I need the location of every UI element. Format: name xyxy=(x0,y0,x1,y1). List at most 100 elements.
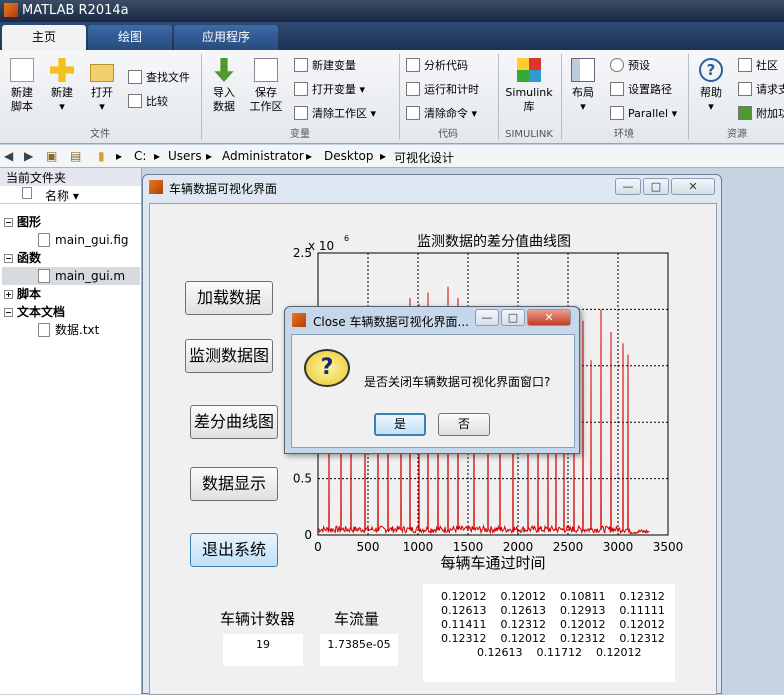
gear-icon xyxy=(610,58,624,72)
diff-curve-button[interactable]: 差分曲线图 xyxy=(190,405,278,439)
parallel-button[interactable]: Parallel ▾ xyxy=(610,106,677,122)
dialog-close-button[interactable]: ✕ xyxy=(527,309,571,326)
new-script-icon xyxy=(10,58,34,82)
matlab-logo-icon xyxy=(149,180,163,194)
group-label-variable: 变量 xyxy=(290,129,310,140)
request-support-button[interactable]: 请求支 xyxy=(738,82,784,98)
up-folder-icon[interactable]: ▣ xyxy=(46,149,57,163)
group-label-code: 代码 xyxy=(438,129,458,140)
name-column-header[interactable]: 名称 ▾ xyxy=(0,186,141,204)
close-dialog: Close 车辆数据可视化界面... — □ ✕ ? 是否关闭车辆数据可视化界面… xyxy=(284,306,580,454)
forward-arrow-icon[interactable]: ▶ xyxy=(24,149,33,163)
path-segment[interactable]: C: xyxy=(134,149,146,163)
path-segment[interactable]: Users xyxy=(168,149,202,163)
panel-title: 当前文件夹 xyxy=(0,168,141,186)
maximize-button[interactable]: □ xyxy=(643,178,669,195)
group-label-resources: 资源 xyxy=(727,129,747,140)
yes-button[interactable]: 是 xyxy=(374,413,426,436)
exit-system-button[interactable]: 退出系统 xyxy=(190,533,278,567)
parallel-icon xyxy=(610,106,624,120)
run-and-time-button[interactable]: 运行和计时 xyxy=(406,82,479,98)
run-and-time-icon xyxy=(406,82,420,96)
x-tick-label: 2000 xyxy=(503,540,534,554)
chart-title: 监测数据的差分值曲线图 xyxy=(417,234,571,250)
tree-group-scripts[interactable]: + 脚本 xyxy=(4,285,41,303)
window-titlebar: MATLAB R2014a xyxy=(0,0,784,22)
tree-group-functions[interactable]: − 函数 xyxy=(4,249,41,267)
clear-workspace-button[interactable]: 清除工作区 ▾ xyxy=(294,106,376,122)
dialog-maximize-button[interactable]: □ xyxy=(501,309,525,326)
tree-file-data-txt[interactable]: 数据.txt xyxy=(38,321,99,339)
back-arrow-icon[interactable]: ◀ xyxy=(4,149,13,163)
import-data-button[interactable]: 导入 数据 xyxy=(206,58,242,114)
compare-icon xyxy=(128,94,142,108)
new-variable-button[interactable]: 新建变量 xyxy=(294,58,356,74)
app-title: MATLAB R2014a xyxy=(22,3,129,18)
group-label-environment: 环境 xyxy=(614,129,634,140)
tree-file-main-gui-m[interactable]: main_gui.m xyxy=(2,267,140,285)
ribbon-tabbar: 主页 绘图 应用程序 xyxy=(0,22,784,50)
tree-group-figures[interactable]: − 图形 xyxy=(4,213,41,231)
expand-icon: + xyxy=(4,290,13,299)
path-segment[interactable]: Administrator xyxy=(222,149,304,163)
layout-icon xyxy=(571,58,595,82)
collapse-icon: − xyxy=(4,218,13,227)
new-button[interactable]: 新建 ▾ xyxy=(44,58,80,114)
table-row: 0.12613 0.11712 0.12012 xyxy=(477,646,642,659)
save-workspace-button[interactable]: 保存 工作区 xyxy=(246,58,286,114)
tab-plots[interactable]: 绘图 xyxy=(88,25,172,50)
dialog-title: Close 车辆数据可视化界面... xyxy=(313,315,469,329)
analyze-code-button[interactable]: 分析代码 xyxy=(406,58,468,74)
minimize-button[interactable]: — xyxy=(615,178,641,195)
clear-commands-icon xyxy=(406,106,420,120)
x-tick-label: 1500 xyxy=(453,540,484,554)
analyze-code-icon xyxy=(406,58,420,72)
y-tick-label: 0 xyxy=(304,528,312,542)
x-axis-label: 每辆车通过时间 xyxy=(440,554,545,572)
monitor-plot-button[interactable]: 监测数据图 xyxy=(185,339,273,373)
layout-button[interactable]: 布局 ▾ xyxy=(566,58,600,114)
tab-apps[interactable]: 应用程序 xyxy=(174,25,278,50)
dialog-minimize-button[interactable]: — xyxy=(475,309,499,326)
x-tick-label: 3000 xyxy=(603,540,634,554)
compare-button[interactable]: 比较 xyxy=(128,94,168,110)
close-button[interactable]: ✕ xyxy=(671,178,715,195)
path-segment[interactable]: 可视化设计 xyxy=(394,149,454,166)
open-button[interactable]: 打开 ▾ xyxy=(84,58,120,114)
dialog-message: 是否关闭车辆数据可视化界面窗口? xyxy=(364,375,551,389)
table-row: 0.11411 0.12312 0.12012 0.12012 xyxy=(441,618,665,631)
data-display-button[interactable]: 数据显示 xyxy=(190,467,278,501)
folder-icon: ▮ xyxy=(98,149,105,163)
x-tick-label: 500 xyxy=(357,540,380,554)
file-type-icon xyxy=(22,187,32,199)
tab-home[interactable]: 主页 xyxy=(2,25,86,50)
collapse-icon: − xyxy=(4,308,13,317)
find-files-button[interactable]: 查找文件 xyxy=(128,70,190,86)
browse-folder-icon[interactable]: ▤ xyxy=(70,149,81,163)
new-script-button[interactable]: 新建 脚本 xyxy=(4,58,40,114)
clear-commands-button[interactable]: 清除命令 ▾ xyxy=(406,106,477,122)
help-button[interactable]: ? 帮助 ▾ xyxy=(694,58,728,114)
no-button[interactable]: 否 xyxy=(438,413,490,436)
set-path-icon xyxy=(610,82,624,96)
simulink-icon xyxy=(517,58,541,82)
txt-file-icon xyxy=(38,323,50,337)
addons-button[interactable]: 附加功 xyxy=(738,106,784,122)
community-icon xyxy=(738,58,752,72)
tree-group-text-docs[interactable]: − 文本文档 xyxy=(4,303,65,321)
path-segment[interactable]: Desktop xyxy=(324,149,374,163)
dialog-body: ? 是否关闭车辆数据可视化界面窗口? 是 否 xyxy=(291,334,575,448)
matlab-logo-icon xyxy=(4,3,18,17)
current-folder-panel: 当前文件夹 名称 ▾ − 图形 main_gui.fig − 函数 main_gui… xyxy=(0,168,142,694)
simulink-library-button[interactable]: Simulink 库 xyxy=(504,58,554,114)
load-data-button[interactable]: 加载数据 xyxy=(185,281,273,315)
community-button[interactable]: 社区 xyxy=(738,58,778,74)
address-bar: ◀ ▶ ▣ ▤ ▮ ▸ C: ▸ Users ▸ Administrator ▸… xyxy=(0,145,784,168)
preferences-button[interactable]: 预设 xyxy=(610,58,650,74)
folder-icon xyxy=(90,64,114,82)
tree-file-main-gui-fig[interactable]: main_gui.fig xyxy=(38,231,129,249)
plus-icon xyxy=(50,58,74,82)
set-path-button[interactable]: 设置路径 xyxy=(610,82,672,98)
x-tick-label: 1000 xyxy=(403,540,434,554)
open-variable-button[interactable]: 打开变量 ▾ xyxy=(294,82,365,98)
